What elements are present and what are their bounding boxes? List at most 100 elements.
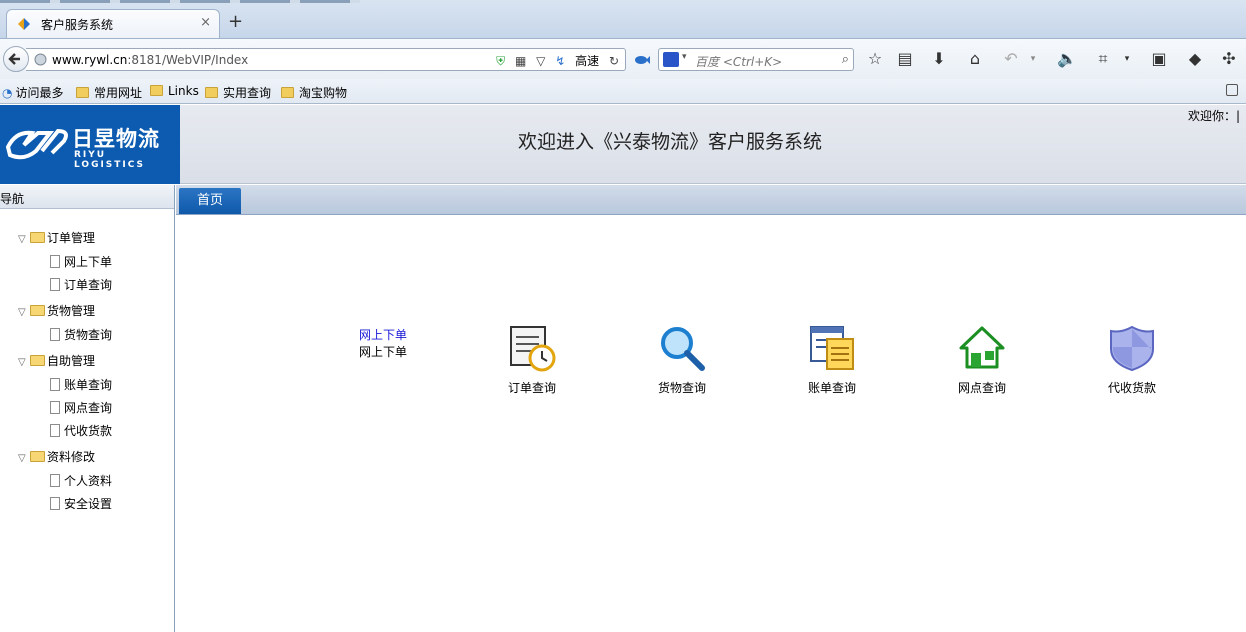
speed-mode-icon[interactable]: ↯ bbox=[555, 54, 565, 68]
crop-icon[interactable]: ⌗ bbox=[1092, 48, 1114, 70]
quick-order-query[interactable]: 订单查询 bbox=[487, 323, 577, 396]
content-tabbar: 首页 bbox=[176, 185, 1246, 215]
tree-item-place-order[interactable]: 网上下单 bbox=[50, 253, 112, 270]
quick-place-order-link[interactable]: 网上下单 bbox=[359, 326, 407, 343]
document-icon bbox=[50, 401, 60, 414]
bookmark-folder-taobao[interactable]: 淘宝购物 bbox=[281, 84, 347, 101]
search-input[interactable]: 百度 <Ctrl+K> bbox=[695, 53, 782, 70]
page: 日昱物流 RIYU LOGISTICS 欢迎进入《兴泰物流》客户服务系统 欢迎你… bbox=[0, 105, 1246, 632]
folder-icon bbox=[150, 85, 163, 96]
expand-arrow-icon[interactable]: ▽ bbox=[18, 453, 30, 464]
nav-title: 导航 bbox=[0, 192, 25, 206]
nav-panel: 导航 ▽ 订单管理 网上下单 订单查询 ▽ 货物管理 货物查询 ▽ 自助管理 账单查询… bbox=[0, 185, 175, 632]
tree-group-orders[interactable]: ▽ 订单管理 bbox=[18, 229, 95, 246]
folder-icon bbox=[281, 87, 294, 98]
search-box[interactable]: ▾ 百度 <Ctrl+K> ⌕ bbox=[658, 48, 854, 71]
expand-arrow-icon[interactable]: ▽ bbox=[18, 307, 30, 318]
globe-icon bbox=[34, 53, 47, 66]
bookmarks-list-icon[interactable]: ▤ bbox=[894, 48, 916, 70]
tree-group-label: 订单管理 bbox=[47, 231, 96, 245]
bookmarks-menu-icon[interactable] bbox=[1226, 84, 1238, 96]
star-icon[interactable]: ☆ bbox=[864, 48, 886, 70]
security-shield-icon[interactable]: ⛨ bbox=[496, 54, 505, 68]
back-button[interactable] bbox=[3, 46, 29, 72]
address-bar[interactable]: www.rywl.cn:8181/WebVIP/Index ⛨ ▦ ▽ ↯ 高速… bbox=[26, 48, 626, 71]
search-icon[interactable]: ⌕ bbox=[842, 52, 849, 67]
bookmark-label: 访问最多 bbox=[15, 86, 64, 100]
undo-icon[interactable]: ↶ bbox=[1000, 48, 1022, 70]
quick-place-order-text: 网上下单 bbox=[359, 345, 408, 359]
crop-dropdown-icon[interactable]: ▾ bbox=[1116, 48, 1138, 70]
folder-open-icon bbox=[30, 305, 45, 316]
new-tab-button[interactable]: + bbox=[228, 12, 243, 32]
dropdown-arrow-icon[interactable]: ▽ bbox=[536, 54, 545, 68]
speed-mode-label[interactable]: 高速 bbox=[575, 54, 599, 68]
quick-icon-label: 网点查询 bbox=[957, 381, 1006, 395]
fish-icon[interactable] bbox=[634, 54, 650, 66]
bookmark-label: 常用网址 bbox=[94, 86, 143, 100]
tree-item-label: 货物查询 bbox=[64, 328, 113, 342]
tree-item-security-settings[interactable]: 安全设置 bbox=[50, 495, 112, 512]
document-icon bbox=[50, 497, 60, 510]
kite-icon[interactable]: ◆ bbox=[1184, 48, 1206, 70]
expand-arrow-icon[interactable]: ▽ bbox=[18, 234, 30, 245]
search-engine-dropdown-icon[interactable]: ▾ bbox=[682, 52, 687, 62]
tree-group-profile[interactable]: ▽ 资料修改 bbox=[18, 448, 95, 465]
back-arrow-icon bbox=[8, 53, 20, 65]
quick-icon-label: 订单查询 bbox=[507, 381, 556, 395]
tree-item-outlet-query[interactable]: 网点查询 bbox=[50, 399, 112, 416]
reload-icon[interactable]: ↻ bbox=[609, 54, 619, 68]
logo-name: 日昱物流 bbox=[72, 127, 160, 151]
tree-item-personal-info[interactable]: 个人资料 bbox=[50, 472, 112, 489]
folder-icon bbox=[205, 87, 218, 98]
document-icon bbox=[50, 255, 60, 268]
folder-open-icon bbox=[30, 451, 45, 462]
logo-subtitle: RIYU LOGISTICS bbox=[74, 150, 146, 170]
tree-item-label: 订单查询 bbox=[64, 278, 113, 292]
bookmark-most-visited[interactable]: ◔ 访问最多 bbox=[2, 84, 64, 101]
tree-group-label: 货物管理 bbox=[47, 304, 96, 318]
baidu-paw-icon[interactable] bbox=[663, 52, 679, 67]
tree-group-goods[interactable]: ▽ 货物管理 bbox=[18, 302, 95, 319]
document-icon bbox=[50, 378, 60, 391]
bookmark-label: Links bbox=[168, 84, 199, 98]
quick-cod[interactable]: 代收货款 bbox=[1087, 323, 1177, 396]
history-icon: ◔ bbox=[2, 86, 13, 100]
url-text[interactable]: www.rywl.cn:8181/WebVIP/Index bbox=[52, 53, 248, 67]
document-icon bbox=[50, 474, 60, 487]
tabstrip-decoration bbox=[0, 0, 360, 3]
bookmark-folder-common[interactable]: 常用网址 bbox=[76, 84, 142, 101]
main-content: 首页 网上下单 网上下单 订单查询 货物查询 账单查询 网点查询 代收货款 bbox=[176, 185, 1246, 632]
tab-home[interactable]: 首页 bbox=[179, 188, 241, 214]
expand-arrow-icon[interactable]: ▽ bbox=[18, 357, 30, 368]
order-clock-icon bbox=[510, 326, 556, 372]
tree-item-order-query[interactable]: 订单查询 bbox=[50, 276, 112, 293]
site-header: 日昱物流 RIYU LOGISTICS 欢迎进入《兴泰物流》客户服务系统 欢迎你… bbox=[0, 105, 1246, 184]
home-icon[interactable]: ⌂ bbox=[964, 48, 986, 70]
bookmark-folder-query[interactable]: 实用查询 bbox=[205, 84, 271, 101]
tree-item-goods-query[interactable]: 货物查询 bbox=[50, 326, 112, 343]
bookmark-label: 实用查询 bbox=[223, 86, 272, 100]
download-icon[interactable]: ⬇ bbox=[928, 48, 950, 70]
tree-item-bill-query[interactable]: 账单查询 bbox=[50, 376, 112, 393]
quick-icon-label: 账单查询 bbox=[807, 381, 856, 395]
tab-close-button[interactable]: × bbox=[200, 15, 211, 30]
quick-bill-query[interactable]: 账单查询 bbox=[787, 323, 877, 396]
volume-icon[interactable]: 🔈 bbox=[1056, 48, 1078, 70]
tree-group-self-service[interactable]: ▽ 自助管理 bbox=[18, 352, 95, 369]
extension-icon[interactable]: ✣ bbox=[1218, 48, 1240, 70]
tree-item-cod[interactable]: 代收货款 bbox=[50, 422, 112, 439]
quick-goods-query[interactable]: 货物查询 bbox=[637, 323, 727, 396]
document-icon bbox=[50, 328, 60, 341]
logo-mark-icon bbox=[5, 128, 68, 160]
quick-outlet-query[interactable]: 网点查询 bbox=[937, 323, 1027, 396]
qr-code-icon[interactable]: ▦ bbox=[515, 54, 526, 68]
welcome-text: 欢迎你：| bbox=[1187, 109, 1240, 123]
reader-icon[interactable]: ▣ bbox=[1148, 48, 1170, 70]
undo-dropdown-icon[interactable]: ▾ bbox=[1022, 48, 1044, 70]
browser-navbar: www.rywl.cn:8181/WebVIP/Index ⛨ ▦ ▽ ↯ 高速… bbox=[0, 38, 1246, 79]
bookmark-folder-links[interactable]: Links bbox=[150, 84, 199, 98]
folder-open-icon bbox=[30, 232, 45, 243]
folder-icon bbox=[76, 87, 89, 98]
browser-tab[interactable]: 客户服务系统 × bbox=[6, 9, 220, 38]
